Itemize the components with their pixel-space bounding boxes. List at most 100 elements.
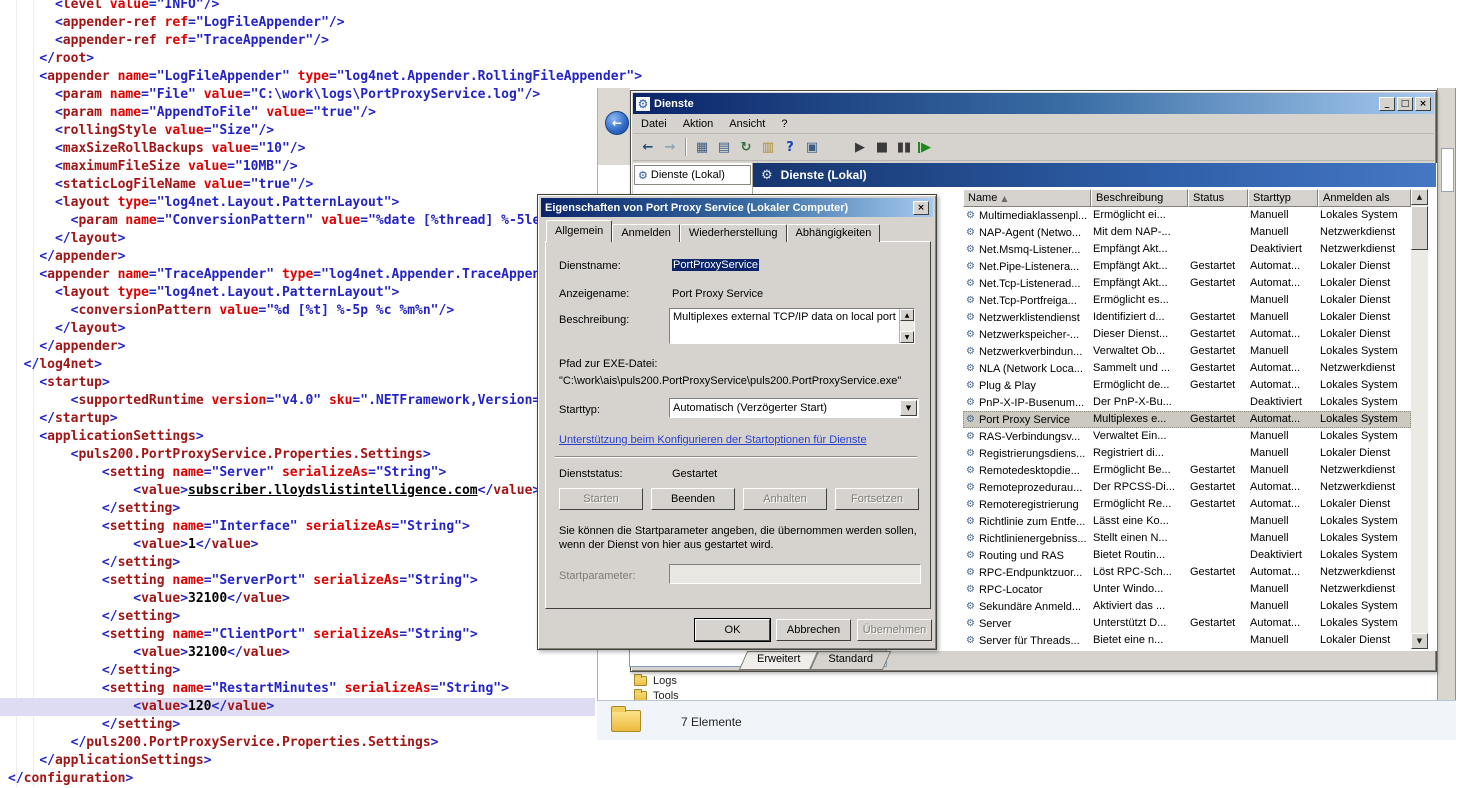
table-row[interactable]: ⚙Server für Threads...Bietet eine n...Ma… xyxy=(963,632,1411,649)
tab-wiederherstellung[interactable]: Wiederherstellung xyxy=(680,224,787,242)
list-item[interactable]: Logs xyxy=(634,675,677,687)
pause-service-icon[interactable]: ▮▮ xyxy=(893,137,915,157)
tab-allgemein[interactable]: Allgemein xyxy=(546,220,612,242)
table-row[interactable]: ⚙Net.Pipe-Listenera...Empfängt Akt...Ges… xyxy=(963,258,1411,275)
dialog-titlebar[interactable]: Eigenschaften von Port Proxy Service (Lo… xyxy=(541,198,933,217)
minimize-button[interactable]: _ xyxy=(1379,97,1395,111)
menu-item-aktion[interactable]: Aktion xyxy=(675,116,722,132)
table-row[interactable]: ⚙RAS-Verbindungsv...Verwaltet Ein...Manu… xyxy=(963,428,1411,445)
table-row[interactable]: ⚙Net.Msmq-Listener...Empfängt Akt...Deak… xyxy=(963,241,1411,258)
table-row[interactable]: ⚙Net.Tcp-Listenerad...Empfängt Akt...Ges… xyxy=(963,275,1411,292)
pause-service-button[interactable]: Anhalten xyxy=(743,488,827,510)
service-starttype: Manuell xyxy=(1248,598,1318,615)
table-row[interactable]: ⚙NetzwerklistendienstIdentifiziert d...G… xyxy=(963,309,1411,326)
service-description: Stellt einen N... xyxy=(1091,530,1188,547)
code-line: <appender-ref ref="LogFileAppender"/> xyxy=(0,14,1471,32)
close-button[interactable]: × xyxy=(1415,97,1431,111)
service-status xyxy=(1188,207,1248,224)
service-starttype: Manuell xyxy=(1248,632,1318,649)
window-view-icon[interactable]: ▣ xyxy=(801,137,823,157)
chevron-down-icon[interactable]: ▼ xyxy=(900,400,917,416)
table-row[interactable]: ⚙Remoteprozedurau...Der RPCSS-Di...Gesta… xyxy=(963,479,1411,496)
start-service-icon[interactable]: ▶ xyxy=(849,137,871,157)
refresh-icon[interactable]: ↻ xyxy=(735,137,757,157)
startparameter-input[interactable] xyxy=(669,564,921,584)
service-starttype: Manuell xyxy=(1248,530,1318,547)
table-row[interactable]: ⚙Netzwerkverbindun...Verwaltet Ob...Gest… xyxy=(963,343,1411,360)
service-gear-icon: ⚙ xyxy=(966,584,975,595)
anzeigename-value[interactable]: Port Proxy Service xyxy=(672,288,763,300)
back-arrow-icon: ← xyxy=(612,116,622,130)
back-button[interactable]: ← xyxy=(605,111,629,135)
service-logon-as: Lokales System xyxy=(1318,394,1411,411)
table-row[interactable]: ⚙Routing und RASBietet Routin...Deaktivi… xyxy=(963,547,1411,564)
vertical-scrollbar[interactable]: ▲ ▼ xyxy=(1411,189,1428,649)
scroll-down-icon[interactable]: ▼ xyxy=(900,331,914,343)
column-header-name[interactable]: Name▲ xyxy=(963,189,1091,207)
column-header-beschreibung[interactable]: Beschreibung xyxy=(1091,189,1188,207)
tab-standard[interactable]: Standard xyxy=(814,651,887,670)
service-name-text: Remoteprozedurau... xyxy=(979,480,1082,496)
table-row[interactable]: ⚙Richtlinienergebniss...Stellt einen N..… xyxy=(963,530,1411,547)
restart-service-icon[interactable]: ▶ xyxy=(915,137,937,157)
column-header-starttyp[interactable]: Starttyp xyxy=(1248,189,1318,207)
tab-abhngigkeiten[interactable]: Abhängigkeiten xyxy=(787,224,881,242)
table-row[interactable]: ⚙NAP-Agent (Netwo...Mit dem NAP-...Manue… xyxy=(963,224,1411,241)
scrollbar-thumb[interactable] xyxy=(1411,206,1428,250)
cancel-button[interactable]: Abbrechen xyxy=(776,619,851,641)
menu-item-hilfe[interactable]: ? xyxy=(773,116,795,132)
scroll-up-icon[interactable]: ▲ xyxy=(1411,189,1428,205)
export-file-icon[interactable]: ▥ xyxy=(757,137,779,157)
list-item[interactable]: Tools xyxy=(634,690,679,700)
back-icon[interactable]: ← xyxy=(637,137,659,157)
starttyp-combobox[interactable]: Automatisch (Verzögerter Start) ▼ xyxy=(669,398,919,418)
scroll-up-icon[interactable]: ▲ xyxy=(900,309,914,321)
show-console-tree-icon[interactable]: ▦ xyxy=(691,137,713,157)
table-row[interactable]: ⚙Richtlinie zum Entfe...Lässt eine Ko...… xyxy=(963,513,1411,530)
dialog-close-button[interactable]: × xyxy=(913,201,929,215)
apply-button[interactable]: Übernehmen xyxy=(857,619,932,641)
table-row[interactable]: ⚙Plug & PlayErmöglicht de...GestartetAut… xyxy=(963,377,1411,394)
table-row[interactable]: ⚙Remotedesktopdie...Ermöglicht Be...Gest… xyxy=(963,462,1411,479)
startup-options-help-link[interactable]: Unterstützung beim Konfigurieren der Sta… xyxy=(559,434,867,446)
menu-item-datei[interactable]: Datei xyxy=(633,116,675,132)
service-starttype: Manuell xyxy=(1248,309,1318,326)
column-header-anmelden-als[interactable]: Anmelden als xyxy=(1318,189,1411,207)
ok-button[interactable]: OK xyxy=(695,619,770,641)
tab-erweitert[interactable]: Erweitert xyxy=(743,651,814,670)
column-header-status[interactable]: Status xyxy=(1188,189,1248,207)
table-row[interactable]: ⚙RPC-Endpunktzuor...Löst RPC-Sch...Gesta… xyxy=(963,564,1411,581)
table-row[interactable]: ⚙Registrierungsdiens...Registriert di...… xyxy=(963,445,1411,462)
table-row[interactable]: ⚙Sekundäre Anmeld...Aktiviert das ...Man… xyxy=(963,598,1411,615)
service-starttype: Manuell xyxy=(1248,513,1318,530)
table-row[interactable]: ⚙RemoteregistrierungErmöglicht Re...Gest… xyxy=(963,496,1411,513)
dienstname-value[interactable]: PortProxyService xyxy=(672,259,759,271)
table-row[interactable]: ⚙Net.Tcp-Portfreiga...Ermöglicht es...Ma… xyxy=(963,292,1411,309)
scroll-down-icon[interactable]: ▼ xyxy=(1411,633,1428,649)
table-row[interactable]: ⚙Netzwerkspeicher-...Dieser Dienst...Ges… xyxy=(963,326,1411,343)
table-row[interactable]: ⚙ServerUnterstützt D...GestartetAutomat.… xyxy=(963,615,1411,632)
table-row[interactable]: ⚙RPC-LocatorUnter Windo...ManuellNetzwer… xyxy=(963,581,1411,598)
stop-service-button[interactable]: Beenden xyxy=(651,488,735,510)
table-row[interactable]: ⚙Port Proxy ServiceMultiplexes e...Gesta… xyxy=(963,411,1411,428)
explorer-scrollbar-fragment[interactable] xyxy=(1441,148,1454,192)
help-icon[interactable]: ? xyxy=(779,137,801,157)
table-row[interactable]: ⚙PnP-X-IP-Busenum...Der PnP-X-Bu...Deakt… xyxy=(963,394,1411,411)
menu-item-ansicht[interactable]: Ansicht xyxy=(721,116,773,132)
resume-service-button[interactable]: Fortsetzen xyxy=(835,488,919,510)
tab-anmelden[interactable]: Anmelden xyxy=(612,224,680,242)
service-starttype: Manuell xyxy=(1248,462,1318,479)
export-list-icon[interactable]: ▤ xyxy=(713,137,735,157)
stop-service-icon[interactable]: ■ xyxy=(871,137,893,157)
beschreibung-textarea[interactable]: Multiplexes external TCP/IP data on loca… xyxy=(669,308,915,344)
service-name-text: NLA (Network Loca... xyxy=(979,361,1083,377)
forward-icon[interactable]: → xyxy=(659,137,681,157)
services-titlebar[interactable]: ⚙ Dienste _□× xyxy=(633,93,1434,114)
start-service-button[interactable]: Starten xyxy=(559,488,643,510)
tree-node-dienste-lokal[interactable]: ⚙ Dienste (Lokal) xyxy=(634,165,751,185)
textarea-scrollbar[interactable]: ▲ ▼ xyxy=(899,309,914,343)
maximize-button[interactable]: □ xyxy=(1397,97,1413,111)
service-gear-icon: ⚙ xyxy=(966,329,975,340)
table-row[interactable]: ⚙NLA (Network Loca...Sammelt und ...Gest… xyxy=(963,360,1411,377)
table-row[interactable]: ⚙Multimediaklassenpl...Ermöglicht ei...M… xyxy=(963,207,1411,224)
